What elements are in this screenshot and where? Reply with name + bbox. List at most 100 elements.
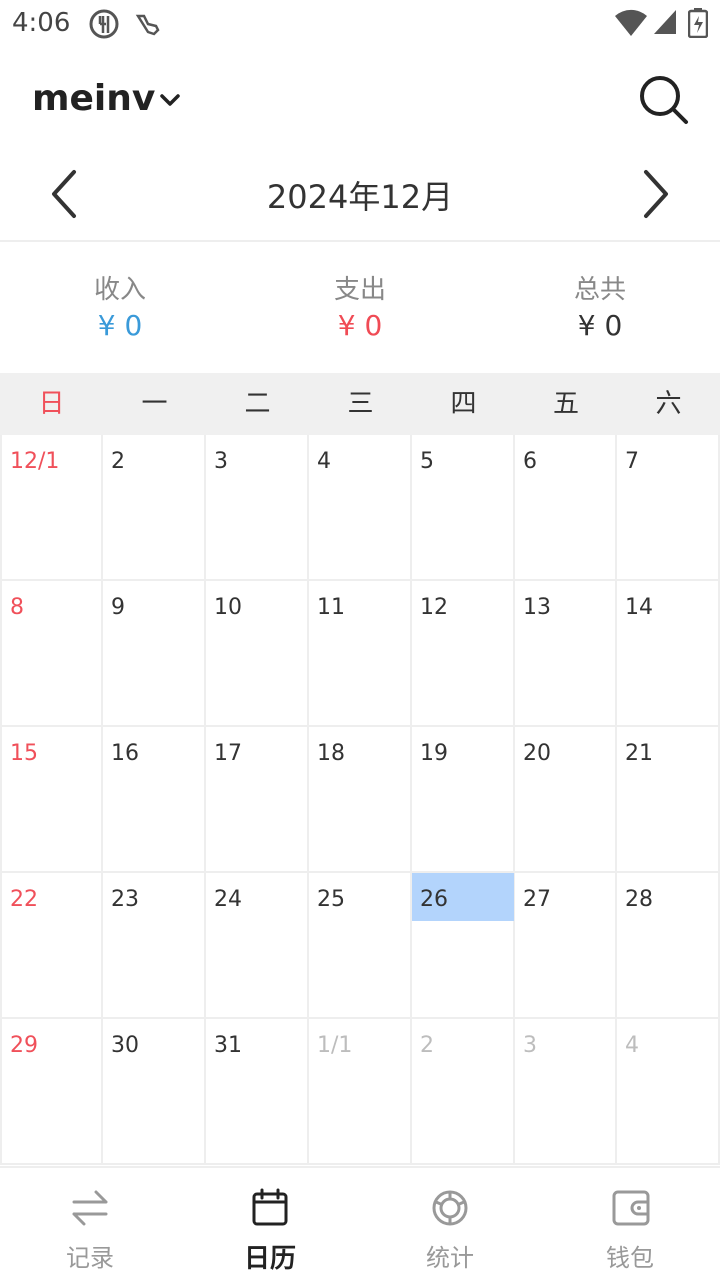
tab-statistics[interactable]: 统计 [360, 1168, 540, 1282]
calendar-day-cell[interactable]: 16 [103, 727, 206, 873]
calendar-icon [252, 1188, 288, 1226]
calendar-day-cell[interactable]: 15 [0, 727, 103, 873]
day-number: 18 [317, 741, 345, 766]
calendar-day-cell[interactable]: 21 [617, 727, 720, 873]
calendar-day-cell[interactable]: 28 [617, 873, 720, 1019]
calendar-day-cell[interactable]: 10 [206, 581, 309, 727]
calendar-day-cell[interactable]: 6 [515, 435, 617, 581]
day-number: 13 [523, 595, 551, 620]
expense-value: ¥ 0 [337, 309, 383, 342]
day-number: 12 [420, 595, 448, 620]
tab-records[interactable]: 记录 [0, 1168, 180, 1282]
calendar-day-cell[interactable]: 22 [0, 873, 103, 1019]
calendar-day-cell[interactable]: 30 [103, 1019, 206, 1165]
calendar-day-cell[interactable]: 17 [206, 727, 309, 873]
income-value: ¥ 0 [97, 309, 143, 342]
calendar-day-cell[interactable]: 11 [309, 581, 412, 727]
day-number: 21 [625, 741, 653, 766]
calendar-day-cell[interactable]: 25 [309, 873, 412, 1019]
calendar-day-cell[interactable]: 13 [515, 581, 617, 727]
day-number: 5 [420, 449, 434, 474]
total-label: 总共 [573, 275, 626, 305]
calendar-day-cell[interactable]: 20 [515, 727, 617, 873]
month-title: 2024年12月 [266, 178, 454, 216]
day-number: 7 [625, 449, 639, 474]
income-summary: 收入 ¥ 0 [0, 272, 240, 344]
tab-calendar[interactable]: 日历 [180, 1168, 360, 1282]
calendar-day-cell[interactable]: 18 [309, 727, 412, 873]
tab-wallet[interactable]: 钱包 [540, 1168, 720, 1282]
month-navigation: 2024年12月 [0, 148, 720, 242]
tab-statistics-label: 统计 [426, 1244, 474, 1272]
day-number: 6 [523, 449, 537, 474]
income-label: 收入 [93, 275, 146, 305]
calendar-day-cell[interactable]: 29 [0, 1019, 103, 1165]
calendar-day-cell[interactable]: 3 [515, 1019, 617, 1165]
day-number: 29 [10, 1033, 38, 1058]
calendar-day-cell[interactable]: 12 [412, 581, 515, 727]
day-number: 19 [420, 741, 448, 766]
day-number: 20 [523, 741, 551, 766]
next-month-button[interactable] [630, 166, 680, 222]
expense-label: 支出 [333, 275, 386, 305]
tab-records-label: 记录 [66, 1244, 114, 1272]
calendar-day-cell[interactable]: 2 [103, 435, 206, 581]
status-time: 4:06 [12, 8, 71, 38]
weekday-header: 日 一 二 三 四 五 六 [0, 373, 720, 435]
calendar-day-cell[interactable]: 14 [617, 581, 720, 727]
day-number: 11 [317, 595, 345, 620]
calendar-day-cell[interactable]: 5 [412, 435, 515, 581]
bottom-navigation: 记录 日历 统计 钱包 [0, 1166, 720, 1282]
day-number: 17 [214, 741, 242, 766]
day-number: 26 [420, 887, 448, 912]
day-number: 12/1 [10, 449, 60, 474]
calendar-day-cell[interactable]: 26 [412, 873, 515, 1019]
chevron-down-icon[interactable] [158, 88, 182, 112]
restaurant-icon [89, 9, 119, 39]
signal-icon [654, 10, 676, 34]
day-number: 24 [214, 887, 242, 912]
weekday-sun: 日 [38, 389, 65, 419]
day-number: 25 [317, 887, 345, 912]
day-number: 1/1 [317, 1033, 353, 1058]
day-number: 28 [625, 887, 653, 912]
transfer-arrows-icon [72, 1190, 108, 1226]
day-number: 8 [10, 595, 24, 620]
tab-calendar-label: 日历 [243, 1244, 296, 1274]
expense-summary: 支出 ¥ 0 [240, 272, 480, 344]
calendar-day-cell[interactable]: 24 [206, 873, 309, 1019]
calendar-day-cell[interactable]: 27 [515, 873, 617, 1019]
calendar-day-cell[interactable]: 3 [206, 435, 309, 581]
calendar-day-cell[interactable]: 4 [309, 435, 412, 581]
app-header: meinv [0, 60, 720, 140]
day-number: 4 [317, 449, 331, 474]
calendar-day-cell[interactable]: 31 [206, 1019, 309, 1165]
weekday-tue: 二 [244, 389, 271, 419]
day-number: 10 [214, 595, 242, 620]
wallet-icon [612, 1190, 650, 1226]
weekday-wed: 三 [347, 389, 374, 419]
calendar-day-cell[interactable]: 12/1 [0, 435, 103, 581]
day-number: 16 [111, 741, 139, 766]
day-number: 9 [111, 595, 125, 620]
day-number: 30 [111, 1033, 139, 1058]
calendar-day-cell[interactable]: 8 [0, 581, 103, 727]
calendar-day-cell[interactable]: 19 [412, 727, 515, 873]
battery-charging-icon [688, 8, 708, 38]
weekday-sat: 六 [655, 389, 682, 419]
status-bar: 4:06 [0, 0, 720, 48]
day-number: 3 [214, 449, 228, 474]
day-number: 31 [214, 1033, 242, 1058]
weekday-fri: 五 [552, 389, 579, 419]
calendar-day-cell[interactable]: 9 [103, 581, 206, 727]
calendar-day-cell[interactable]: 7 [617, 435, 720, 581]
calendar-day-cell[interactable]: 23 [103, 873, 206, 1019]
calendar-day-cell[interactable]: 4 [617, 1019, 720, 1165]
search-button[interactable] [636, 72, 692, 128]
tab-wallet-label: 钱包 [606, 1244, 654, 1272]
day-number: 22 [10, 887, 38, 912]
account-selector[interactable]: meinv [32, 78, 155, 119]
calendar-day-cell[interactable]: 1/1 [309, 1019, 412, 1165]
calendar-day-cell[interactable]: 2 [412, 1019, 515, 1165]
day-number: 4 [625, 1033, 639, 1058]
